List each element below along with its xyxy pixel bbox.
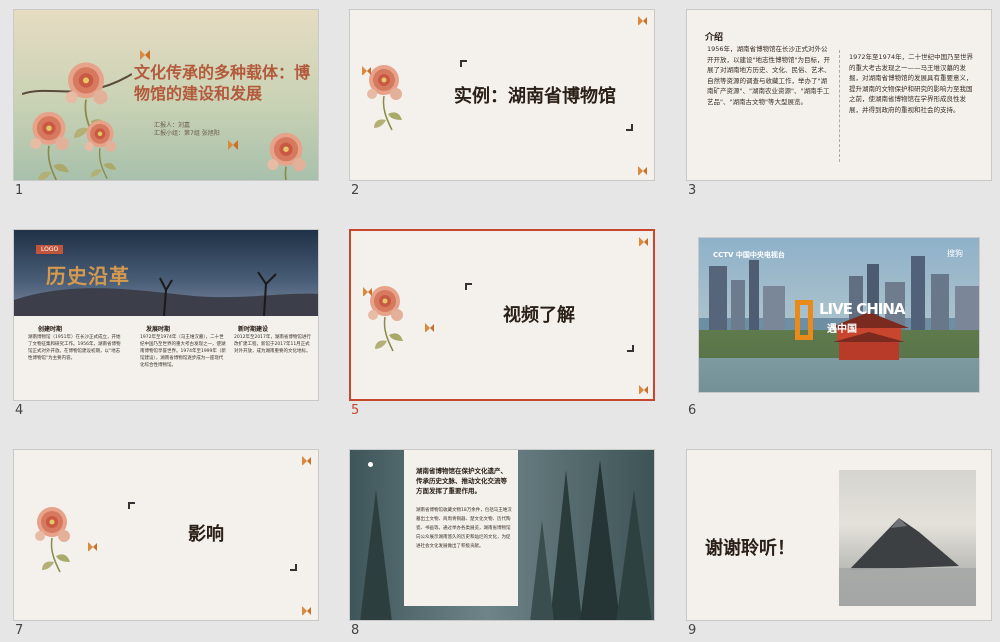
slide-8-preview[interactable]: 湖南省博物馆在保护文化遗产、传承历史文脉、推动文化交流等方面发挥了重要作用。 湖… xyxy=(349,449,655,621)
peony-flower-icon xyxy=(266,131,307,180)
peony-flower-icon xyxy=(34,506,71,573)
butterfly-icon xyxy=(638,16,647,25)
slide-number: 9 xyxy=(688,623,697,638)
frame-corner xyxy=(460,60,467,67)
butterfly-icon xyxy=(88,542,97,551)
slide-6-preview[interactable]: LIVE CHINA 遇中国 CCTV 中国中央电视台 搜狗 xyxy=(698,237,980,393)
video-subtitle: 遇中国 xyxy=(827,324,857,335)
slide-meta: 汇报人：刘嘉 汇报小组：第7组 张旭阳 xyxy=(154,122,220,137)
butterfly-icon xyxy=(362,66,371,75)
panel-title: 湖南省博物馆在保护文化遗产、传承历史文脉、推动文化交流等方面发挥了重要作用。 xyxy=(416,467,507,495)
banner-title: 历史沿革 xyxy=(46,264,130,288)
frame-corner xyxy=(290,564,297,571)
butterfly-icon xyxy=(140,50,150,60)
column-text: 1972年至1974年（马王堆汉墓），二十世纪中国乃至世界的重大考古发现之一，使… xyxy=(140,335,226,368)
logo-badge: LOGO xyxy=(36,245,64,254)
butterfly-icon xyxy=(425,323,434,332)
watermark: 搜狗 xyxy=(947,249,963,258)
slide-title: 影响 xyxy=(188,524,224,545)
slide-number: 6 xyxy=(688,403,697,418)
butterfly-icon xyxy=(363,287,372,296)
slide-heading: 介绍 xyxy=(705,33,724,43)
column-heading: 发展时期 xyxy=(146,326,171,333)
divider xyxy=(839,50,840,162)
dot-icon xyxy=(368,462,373,467)
column-heading: 新时期建设 xyxy=(238,326,269,333)
slide-title: 视频了解 xyxy=(503,305,575,326)
column-text: 湖南博物馆（1951年）在长沙正式成立，开始了文物征集和研究工作。1956年，湖… xyxy=(28,335,121,361)
mountain-photo xyxy=(839,470,976,606)
slide-number: 3 xyxy=(688,183,697,198)
butterfly-icon xyxy=(639,385,648,394)
column-text: 2012年至2017年，湖南省博物馆进行改扩建工程，新馆于2017年11月正式对… xyxy=(234,335,311,354)
peony-flower-icon xyxy=(22,61,132,180)
live-china-logo xyxy=(795,300,813,340)
slide-3-preview[interactable]: 介绍 1956年，湖南省博物馆在长沙正式对外公开开放，以建设"地志性博物馆"为目… xyxy=(686,9,992,181)
slide-number: 1 xyxy=(15,183,24,198)
slide-2-preview[interactable]: 实例：湖南省博物馆 xyxy=(349,9,655,181)
panel-text: 湖南省博物馆收藏文物18万余件，包括马王堆汉墓出土文物、商周青铜器、楚文化文物、… xyxy=(416,508,512,549)
video-title: LIVE CHINA xyxy=(819,300,906,318)
slide-number: 7 xyxy=(15,623,24,638)
slide-number: 2 xyxy=(351,183,360,198)
frame-corner xyxy=(465,283,472,290)
butterfly-icon xyxy=(638,166,647,175)
slide-9-preview[interactable]: 谢谢聆听！ xyxy=(686,449,992,621)
slide-5-preview[interactable]: 视频了解 xyxy=(349,229,655,401)
slide-1-preview[interactable]: 文化传承的多种载体：博物馆的建设和发展 汇报人：刘嘉 汇报小组：第7组 张旭阳 xyxy=(13,9,319,181)
frame-corner xyxy=(128,502,135,509)
slide-title: 文化传承的多种载体：博物馆的建设和发展 xyxy=(134,63,311,103)
slide-text-right: 1972年至1974年，二十世纪中国乃至世界的重大考古发现之一——马王堆汉墓的发… xyxy=(849,53,974,114)
slide-4-preview[interactable]: LOGO 历史沿革 创建时期 湖南博物馆（1951年）在长沙正式成立，开始了文物… xyxy=(13,229,319,401)
slide-number: 5 xyxy=(351,403,360,418)
mountain-image xyxy=(839,518,976,606)
butterfly-icon xyxy=(639,237,648,246)
slide-number: 4 xyxy=(15,403,24,418)
butterfly-icon xyxy=(228,140,238,150)
slide-title: 谢谢聆听！ xyxy=(705,538,795,559)
slide-title: 实例：湖南省博物馆 xyxy=(454,86,616,107)
column-heading: 创建时期 xyxy=(38,326,63,333)
frame-corner xyxy=(626,124,633,131)
butterfly-icon xyxy=(302,606,311,615)
slide-number: 8 xyxy=(351,623,360,638)
butterfly-icon xyxy=(302,456,311,465)
slide-text-left: 1956年，湖南省博物馆在长沙正式对外公开开放，以建设"地志性博物馆"为目标，开… xyxy=(707,45,831,106)
frame-corner xyxy=(627,345,634,352)
slide-7-preview[interactable]: 影响 xyxy=(13,449,319,621)
cctv-logo: CCTV 中国中央电视台 xyxy=(713,251,785,259)
